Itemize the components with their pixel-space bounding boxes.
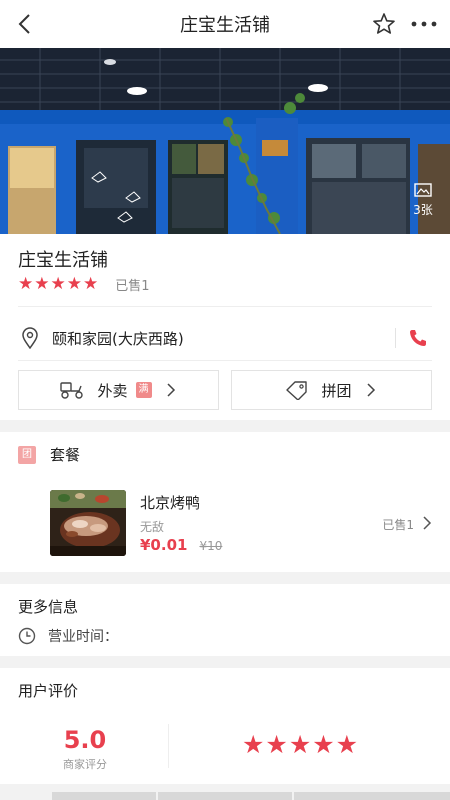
phone-button[interactable] <box>406 326 430 350</box>
clock-icon <box>18 627 36 645</box>
photo-count-text: 3张 <box>413 203 433 217</box>
photo-count[interactable]: 3张 <box>408 183 438 218</box>
more-button[interactable] <box>408 10 440 38</box>
delivery-button[interactable]: 外卖 满 <box>18 370 219 410</box>
top-nav-bar: 庄宝生活铺 <box>0 0 450 48</box>
chevron-right-icon <box>366 383 378 397</box>
reviews-title: 用户评价 <box>18 682 79 700</box>
more-info-section: 更多信息 营业时间： <box>0 584 450 656</box>
divider <box>168 724 169 768</box>
current-price: ¥0.01 <box>140 536 188 554</box>
discount-badge: 满 <box>135 382 152 398</box>
rating-stars-text: ★★★★★ <box>18 274 100 294</box>
reviews-section: 用户评价 5.0 商家评分 ★★★★★ <box>0 668 450 784</box>
group-buy-button[interactable]: 拼团 <box>231 370 432 410</box>
location-pin-icon <box>18 326 42 350</box>
group-badge: 团 <box>18 445 36 464</box>
more-dots-icon <box>411 21 437 27</box>
score-value: 5.0 <box>63 726 107 754</box>
shop-info-card: 庄宝生活铺 ★★★★★ 已售1 颐和家园(大庆西路) 外卖 满 拼团 <box>0 234 450 420</box>
food-sold-count: 已售1 <box>382 518 414 532</box>
back-button[interactable] <box>8 8 40 40</box>
shop-rating-row: ★★★★★ 已售1 <box>18 274 149 294</box>
package-header: 团 套餐 <box>18 444 80 465</box>
shop-name: 庄宝生活铺 <box>18 250 108 271</box>
chevron-right-icon[interactable] <box>422 516 432 530</box>
page-title: 庄宝生活铺 <box>180 15 270 36</box>
divider <box>18 306 432 307</box>
image-icon <box>414 183 432 197</box>
favorite-button[interactable] <box>370 10 398 38</box>
original-price: ¥10 <box>199 539 223 553</box>
sold-count: 已售1 <box>115 278 150 294</box>
phone-icon <box>410 330 426 346</box>
storefront-photo[interactable]: 3张 <box>0 48 450 234</box>
delivery-label: 外卖 <box>97 381 128 400</box>
shop-detail-page: 庄宝生活铺 3张 庄宝生活铺 ★★★★★ 已售1 颐和家园(大庆西路) 外卖 满… <box>0 0 450 800</box>
review-stars: ★★★★★ <box>242 730 359 759</box>
group-buy-label: 拼团 <box>321 381 352 400</box>
food-image[interactable] <box>50 490 126 556</box>
more-info-title: 更多信息 <box>18 598 79 616</box>
food-description: 无敌 <box>140 520 165 534</box>
address-text: 颐和家园(大庆西路) <box>52 329 184 348</box>
package-section: 团 套餐 北京烤鸭 无敌 ¥0.01 ¥10 已售1 <box>0 432 450 572</box>
rating-stars: ★★★★★ <box>18 274 99 294</box>
business-hours-label: 营业时间： <box>48 629 118 645</box>
service-buttons: 外卖 满 拼团 <box>18 370 432 410</box>
chevron-left-icon <box>18 14 30 34</box>
roast-duck-image <box>50 490 126 556</box>
scooter-icon <box>60 382 84 399</box>
review-stars-text: ★★★★★ <box>242 730 360 759</box>
score-label: 商家评分 <box>63 758 107 771</box>
bottom-tab-strip <box>0 792 450 800</box>
business-hours-row: 营业时间： <box>18 626 118 646</box>
divider <box>18 360 432 361</box>
storefront-image <box>0 48 450 234</box>
star-outline-icon <box>373 13 395 34</box>
price-tag-icon <box>286 381 308 400</box>
divider <box>395 328 396 348</box>
package-title: 套餐 <box>50 446 81 464</box>
price-row: ¥0.01 ¥10 <box>140 536 222 554</box>
address-row[interactable]: 颐和家园(大庆西路) <box>18 318 432 358</box>
food-name[interactable]: 北京烤鸭 <box>140 492 200 513</box>
chevron-right-icon <box>166 383 178 397</box>
merchant-score: 5.0 商家评分 <box>40 726 130 772</box>
